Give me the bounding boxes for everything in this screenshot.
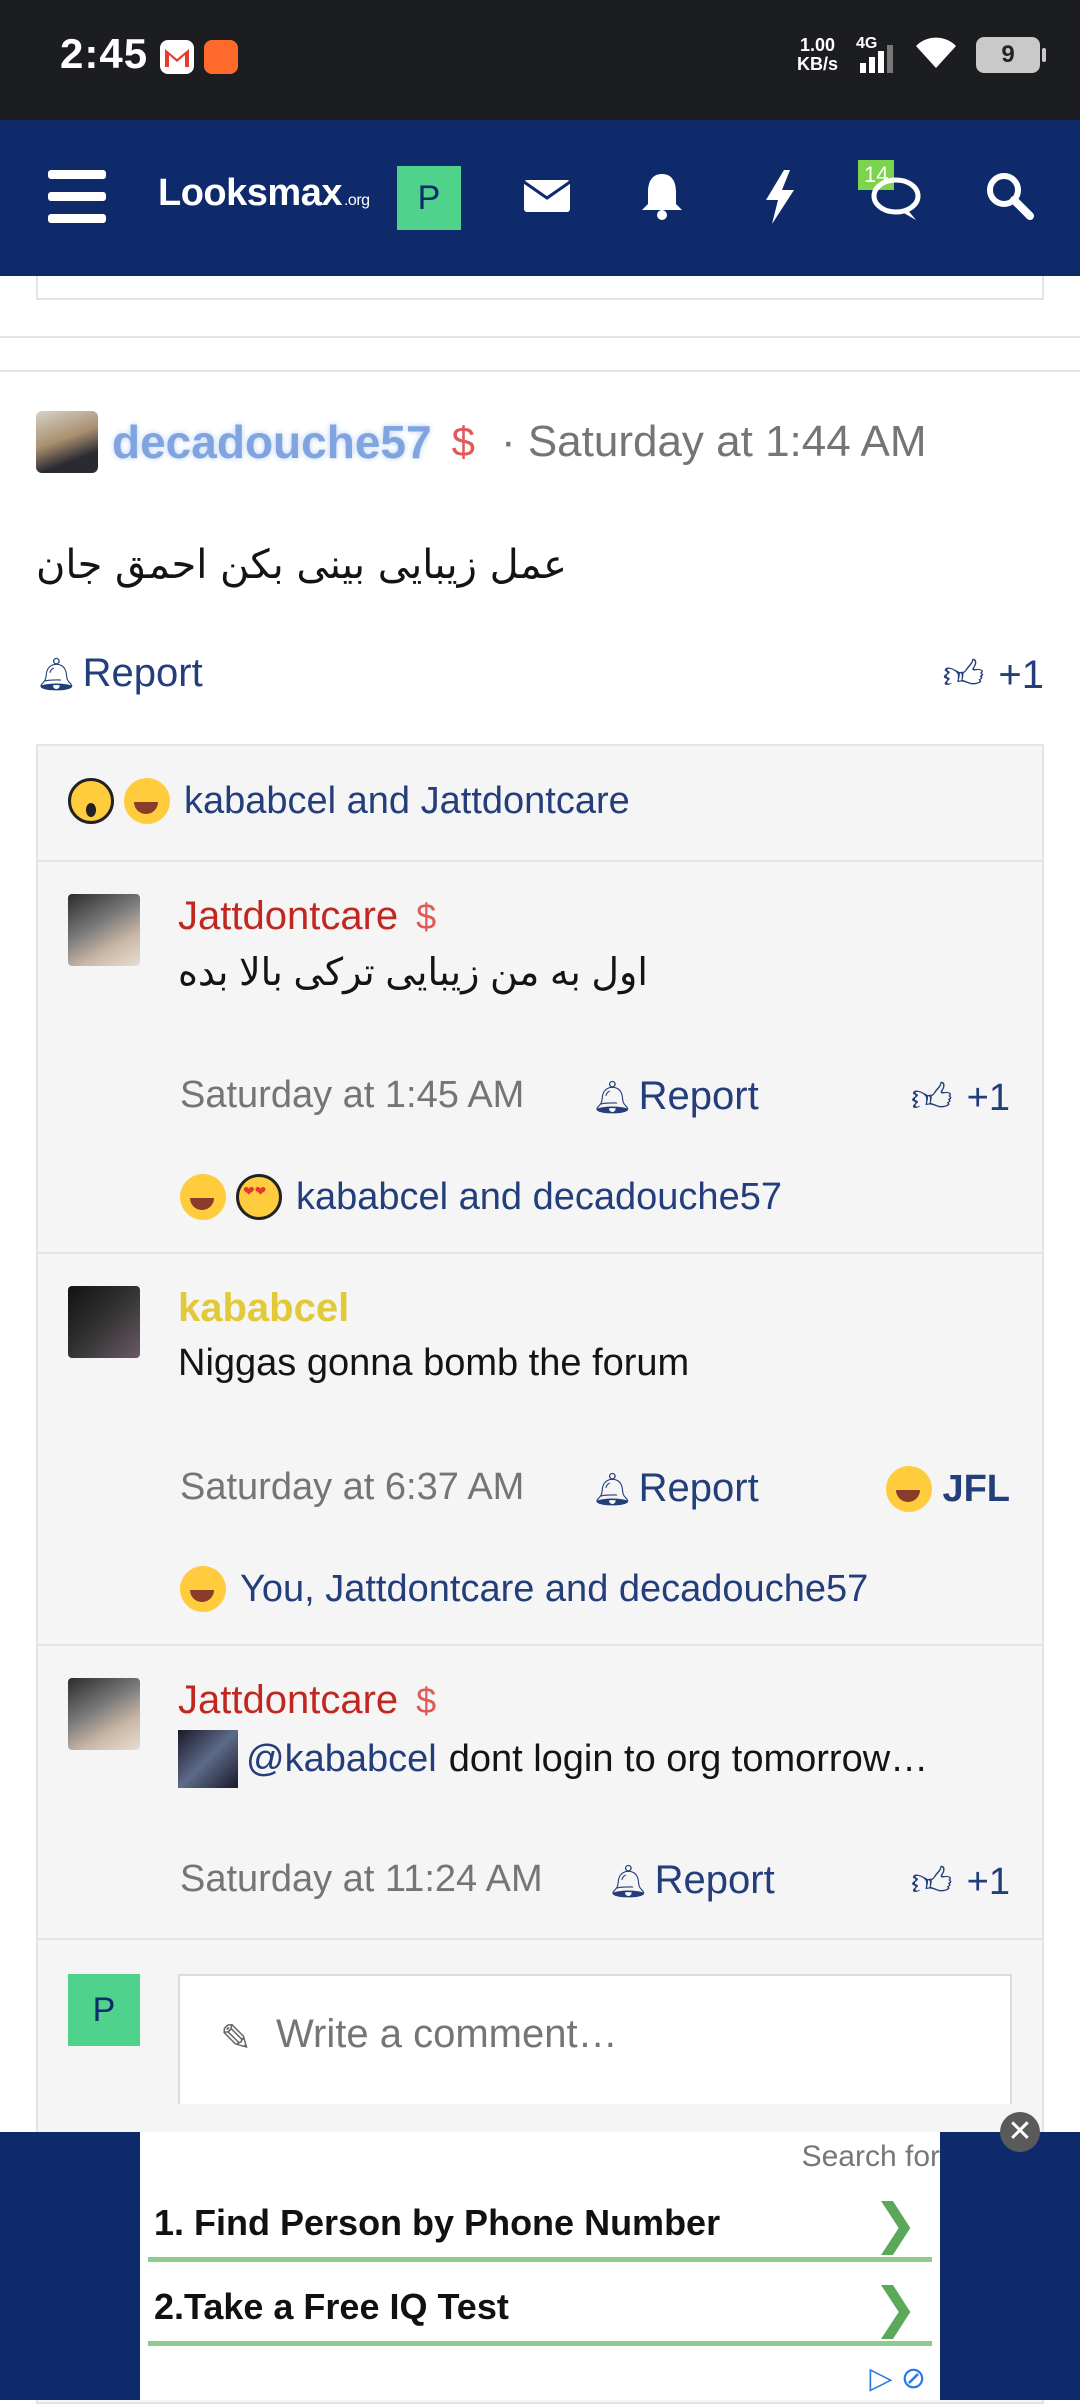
comment-timestamp[interactable]: Saturday at 6:37 AM (180, 1466, 524, 1508)
previous-post-box (36, 276, 1044, 300)
thumbs-up-icon: 👍︎ (942, 653, 985, 697)
app-notification-icon (204, 40, 238, 74)
dollar-badge-icon: $ (416, 895, 437, 937)
comment-author-link[interactable]: Jattdontcare $ (178, 1678, 436, 1723)
search-icon[interactable] (984, 170, 1034, 225)
comment-actions: Saturday at 1:45 AM 🔔︎ Report 👍︎ +1 (180, 1074, 1010, 1120)
report-button[interactable]: 🔔︎ Report (36, 651, 203, 696)
wifi-icon (914, 34, 958, 75)
divider (0, 336, 1080, 338)
comment-reactions[interactable]: kababcel and decadouche57 (180, 1174, 782, 1220)
divider (38, 860, 1042, 862)
comment-text: @kababcel dont login to org tomorrow… (178, 1730, 928, 1788)
chevron-right-icon: ❯ (872, 2194, 918, 2254)
laughing-emoji-icon (886, 1466, 933, 1512)
divider (38, 1252, 1042, 1254)
avatar[interactable] (36, 411, 98, 473)
pencil-icon: ✎ (220, 2018, 252, 2060)
post-timestamp[interactable]: · Saturday at 1:44 AM (501, 417, 927, 467)
avatar[interactable] (68, 894, 140, 966)
comment-reactions[interactable]: You, Jattdontcare and decadouche57 (180, 1566, 868, 1612)
battery-indicator: 9 (976, 36, 1046, 73)
avatar[interactable] (68, 1286, 140, 1358)
post-actions: 🔔︎ Report 👍︎ +1 (36, 651, 1044, 711)
post-header: decadouche57 $ · Saturday at 1:44 AM (36, 410, 927, 474)
like-button[interactable]: 👍︎ +1 (911, 1074, 1010, 1122)
comment-timestamp[interactable]: Saturday at 1:45 AM (180, 1074, 524, 1116)
gmail-icon (160, 40, 194, 74)
ad-item[interactable]: 2.Take a Free IQ Test ❯ (148, 2266, 932, 2346)
status-bar: 2:45 1.00 KB/s 4G 9 (0, 0, 1080, 120)
mention-link[interactable]: @kababcel (246, 1738, 437, 1781)
report-button[interactable]: 🔔︎ Report (608, 1858, 775, 1903)
menu-icon[interactable] (48, 170, 106, 236)
report-button[interactable]: 🔔︎ Report (592, 1074, 759, 1119)
bell-icon: 🔔︎ (36, 655, 77, 692)
cellular-signal-icon: 4G (856, 35, 896, 75)
ad-close-button[interactable]: ✕ (1000, 2112, 1040, 2152)
chevron-right-icon: ❯ (872, 2278, 918, 2338)
comment-author-link[interactable]: Jattdontcare $ (178, 894, 436, 939)
laughing-emoji-icon (180, 1174, 226, 1220)
comment-actions: Saturday at 6:37 AM 🔔︎ Report JFL (180, 1466, 1010, 1512)
comment-text: اول به من زیبایی ترکی بالا بده (178, 952, 648, 994)
like-button[interactable]: 👍︎ +1 (943, 651, 1044, 699)
status-indicators: 1.00 KB/s 4G 9 (796, 34, 1046, 75)
comment-timestamp[interactable]: Saturday at 11:24 AM (180, 1858, 543, 1900)
status-time: 2:45 (60, 30, 149, 77)
net-speed: 1.00 KB/s (796, 34, 838, 74)
user-avatar-button[interactable]: P (397, 166, 461, 230)
avatar[interactable] (68, 1678, 140, 1750)
thumbs-up-icon: 👍︎ (910, 1076, 953, 1120)
bell-icon: 🔔︎ (592, 1470, 633, 1507)
comment-input[interactable] (276, 2012, 976, 2057)
heart-eyes-emoji-icon (236, 1174, 282, 1220)
comment-author-link[interactable]: kababcel (178, 1286, 349, 1331)
post-body: عمل زیبایی بینی بکن احمق جان (36, 542, 567, 588)
site-logo[interactable]: Looksmax .org (158, 172, 370, 215)
divider (0, 370, 1080, 372)
laughing-emoji-icon (124, 778, 170, 824)
report-button[interactable]: 🔔︎ Report (592, 1466, 759, 1511)
post-reactions[interactable]: kababcel and Jattdontcare (68, 778, 630, 824)
lightning-icon[interactable] (762, 170, 798, 229)
mention-avatar (178, 1730, 238, 1788)
site-navbar: Looksmax .org P 14 (0, 120, 1080, 276)
wow-emoji-icon (68, 778, 114, 824)
ad-item[interactable]: 1. Find Person by Phone Number ❯ (148, 2182, 932, 2262)
divider (38, 1938, 1042, 1940)
chat-icon[interactable] (866, 174, 922, 229)
bell-icon[interactable] (640, 170, 684, 225)
adchoices-icon[interactable]: ▷ ⊘ (869, 2361, 926, 2396)
bell-icon: 🔔︎ (608, 1862, 649, 1899)
avatar: P (68, 1974, 140, 2046)
like-button[interactable]: 👍︎ +1 (911, 1858, 1010, 1906)
laughing-emoji-icon (180, 1566, 226, 1612)
comment-actions: Saturday at 11:24 AM 🔔︎ Report 👍︎ +1 (180, 1858, 1010, 1904)
thumbs-up-icon: 👍︎ (910, 1860, 953, 1904)
comment-text: Niggas gonna bomb the forum (178, 1342, 690, 1384)
ad-panel: Search for 1. Find Person by Phone Numbe… (140, 2132, 940, 2400)
comment-box[interactable]: ✎ (178, 1974, 1012, 2104)
dollar-badge-icon: $ (416, 1679, 437, 1721)
post-author-link[interactable]: decadouche57 (112, 415, 432, 469)
jfl-reaction-button[interactable]: JFL (886, 1466, 1010, 1512)
ad-search-for: Search for (801, 2140, 940, 2173)
divider (38, 1644, 1042, 1646)
mail-icon[interactable] (522, 176, 572, 221)
dollar-badge-icon: $ (451, 418, 475, 465)
ad-banner: Search for 1. Find Person by Phone Numbe… (0, 2132, 1080, 2400)
bell-icon: 🔔︎ (592, 1078, 633, 1115)
